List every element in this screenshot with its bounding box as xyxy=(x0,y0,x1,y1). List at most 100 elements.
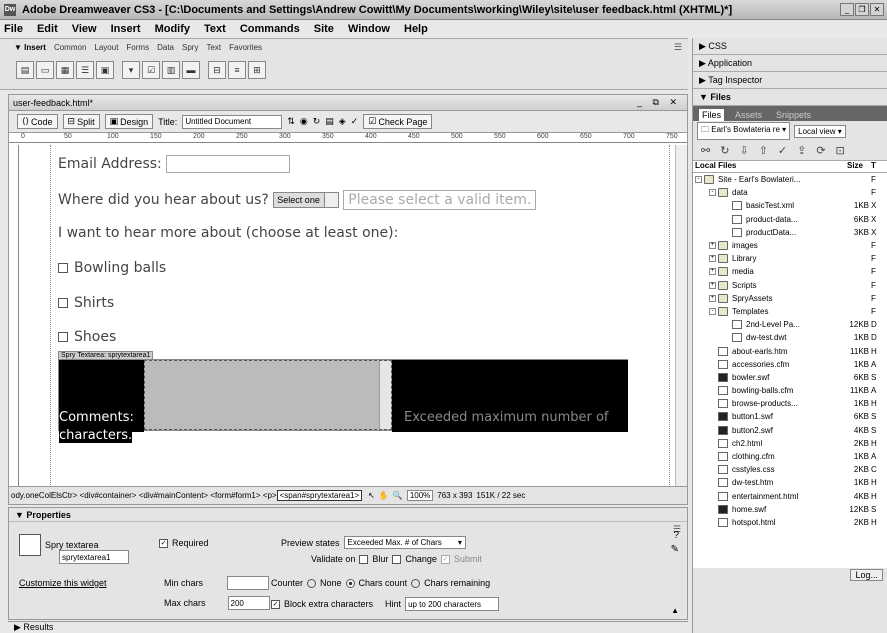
tab-assets[interactable]: Assets xyxy=(732,109,765,121)
spry-repeat-list-icon[interactable]: ☰ xyxy=(76,61,94,79)
spry-validation-checkbox-icon[interactable]: ☑ xyxy=(142,61,160,79)
insert-tab-common[interactable]: Common xyxy=(54,43,86,52)
file-row[interactable]: + images F xyxy=(693,239,887,252)
file-management-icon[interactable]: ⇅ xyxy=(287,116,295,127)
menu-file[interactable]: File xyxy=(4,23,23,35)
selected-tag[interactable]: <span#sprytextarea1> xyxy=(276,490,363,501)
file-row[interactable]: product-data... 6KB X xyxy=(693,213,887,226)
validate-markup-icon[interactable]: ✓ xyxy=(351,116,359,127)
page-title-input[interactable] xyxy=(182,114,283,129)
comments-textarea[interactable] xyxy=(144,360,392,430)
expand-icon[interactable]: + xyxy=(709,255,716,263)
refresh-icon[interactable]: ↻ xyxy=(313,116,321,127)
properties-header[interactable]: ▼ Properties xyxy=(9,508,687,522)
counter-chars-remaining-radio[interactable] xyxy=(411,578,421,588)
spry-region-icon[interactable]: ▭ xyxy=(36,61,54,79)
view-select[interactable]: Local view ▾ xyxy=(794,124,846,138)
block-extra-checkbox[interactable]: ✓ xyxy=(271,599,280,609)
email-field[interactable] xyxy=(166,155,291,173)
restore-icon[interactable]: ❐ xyxy=(855,3,869,16)
min-chars-input[interactable] xyxy=(227,576,270,590)
zoom-select[interactable]: 100% xyxy=(406,490,434,501)
expand-icon[interactable]: + xyxy=(709,242,716,250)
shirts-checkbox[interactable] xyxy=(58,298,68,308)
collapse-icon[interactable]: - xyxy=(709,189,716,197)
file-row[interactable]: + Scripts F xyxy=(693,279,887,292)
file-row[interactable]: button2.swf 4KB S xyxy=(693,424,887,437)
max-chars-input[interactable] xyxy=(227,596,270,610)
file-row[interactable]: accessories.cfm 1KB A xyxy=(693,358,887,371)
menu-help[interactable]: Help xyxy=(404,23,428,35)
check-in-icon[interactable]: ⇪ xyxy=(797,144,806,157)
close-icon[interactable]: ✕ xyxy=(870,3,884,16)
expand-icon[interactable]: + xyxy=(709,294,716,302)
check-page-button[interactable]: ☑ Check Page xyxy=(363,114,433,129)
shoes-checkbox[interactable] xyxy=(58,332,68,342)
file-row[interactable]: bowling-balls.cfm 11KB A xyxy=(693,384,887,397)
document-controls[interactable]: _ ⧉ ✕ xyxy=(637,97,687,108)
menu-edit[interactable]: Edit xyxy=(37,23,58,35)
file-row[interactable]: hotspot.html 2KB H xyxy=(693,516,887,529)
select-tool-icon[interactable]: ↖ xyxy=(368,491,375,500)
menu-site[interactable]: Site xyxy=(314,23,334,35)
col-local-files[interactable]: Local Files xyxy=(693,161,847,172)
file-row[interactable]: 2nd-Level Pa... 12KB D xyxy=(693,318,887,331)
files-panel-header[interactable]: ▼ Files xyxy=(693,89,887,106)
spry-validation-select-icon[interactable]: ▾ xyxy=(122,61,140,79)
panel-options-icon[interactable]: ☰ xyxy=(674,42,682,53)
expand-icon[interactable]: ⊡ xyxy=(836,144,845,157)
file-row[interactable]: basicTest.xml 1KB X xyxy=(693,199,887,212)
expand-icon[interactable]: + xyxy=(709,268,716,276)
required-checkbox[interactable]: ✓ xyxy=(159,538,168,548)
design-vertical-scrollbar[interactable] xyxy=(675,145,687,487)
file-row[interactable]: dw-test.htm 1KB H xyxy=(693,476,887,489)
menu-modify[interactable]: Modify xyxy=(155,23,190,35)
collapse-icon[interactable]: - xyxy=(709,307,716,315)
spry-accordion-icon[interactable]: ≡ xyxy=(228,61,246,79)
file-row[interactable]: csstyles.css 2KB C xyxy=(693,463,887,476)
widget-name-input[interactable] xyxy=(59,550,129,564)
collapse-icon[interactable]: - xyxy=(695,176,702,184)
spry-collapsible-panel-icon[interactable]: ⊞ xyxy=(248,61,266,79)
design-view-button[interactable]: ▣ Design xyxy=(104,114,154,129)
split-view-button[interactable]: ⊟ Split xyxy=(62,114,100,129)
file-row[interactable]: browse-products... 1KB H xyxy=(693,397,887,410)
bowling-balls-checkbox[interactable] xyxy=(58,263,68,273)
textarea-scrollbar[interactable] xyxy=(379,361,391,429)
file-row[interactable]: - Templates F xyxy=(693,305,887,318)
hand-tool-icon[interactable]: ✋ xyxy=(379,491,389,500)
code-view-button[interactable]: ⟨⟩ Code xyxy=(17,114,58,129)
check-out-icon[interactable]: ✓ xyxy=(778,144,787,157)
visual-aids-icon[interactable]: ◈ xyxy=(339,116,346,127)
counter-none-radio[interactable] xyxy=(307,578,317,588)
spry-tabbed-panels-icon[interactable]: ⊟ xyxy=(208,61,226,79)
hint-input[interactable] xyxy=(405,597,500,611)
menu-insert[interactable]: Insert xyxy=(111,23,141,35)
insert-bar-toggle[interactable]: ▼ Insert xyxy=(14,43,46,52)
view-options-icon[interactable]: ▤ xyxy=(325,116,334,127)
connect-icon[interactable]: ⚯ xyxy=(701,144,710,157)
file-row[interactable]: about-earls.htm 11KB H xyxy=(693,344,887,357)
insert-tab-data[interactable]: Data xyxy=(157,43,174,52)
help-icon[interactable]: ? xyxy=(673,530,679,541)
spry-data-set-icon[interactable]: ▤ xyxy=(16,61,34,79)
blur-checkbox[interactable] xyxy=(359,554,369,564)
source-select[interactable]: Select one xyxy=(273,192,339,208)
expand-icon[interactable]: + xyxy=(709,281,716,289)
file-row[interactable]: - data F xyxy=(693,186,887,199)
file-row[interactable]: - Site - Earl's Bowlateri... F xyxy=(693,173,887,186)
quick-tag-editor-icon[interactable]: ✎ xyxy=(671,544,679,555)
synchronize-icon[interactable]: ⟳ xyxy=(816,144,825,157)
collapse-arrow-icon[interactable]: ▲ xyxy=(671,606,679,615)
zoom-tool-icon[interactable]: 🔍 xyxy=(393,491,403,500)
refresh-icon[interactable]: ↻ xyxy=(720,144,729,157)
window-size[interactable]: 763 x 393 xyxy=(437,491,472,500)
minimize-icon[interactable]: _ xyxy=(840,3,854,16)
spry-validation-text-icon[interactable]: ▣ xyxy=(96,61,114,79)
spry-repeat-icon[interactable]: ▦ xyxy=(56,61,74,79)
insert-tab-layout[interactable]: Layout xyxy=(94,43,118,52)
spry-validation-textarea-icon[interactable]: ▥ xyxy=(162,61,180,79)
col-size[interactable]: Size xyxy=(847,161,871,172)
file-row[interactable]: clothing.cfm 1KB A xyxy=(693,450,887,463)
insert-tab-favorites[interactable]: Favorites xyxy=(229,43,262,52)
